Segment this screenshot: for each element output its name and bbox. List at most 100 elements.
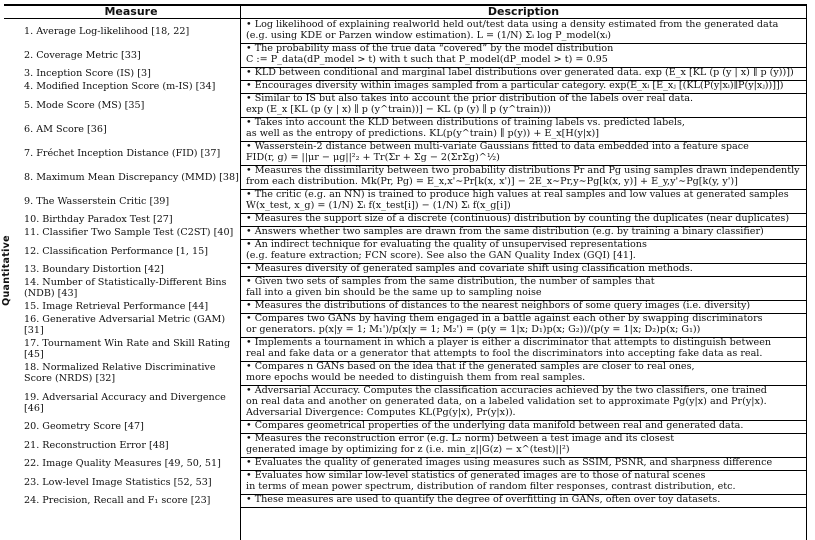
description-cell: • Evaluates the quality of generated ima… bbox=[240, 457, 807, 470]
row-separator bbox=[240, 507, 807, 508]
table-row: 7. Fréchet Inception Distance (FID) [37]… bbox=[4, 141, 807, 166]
description-line: • Measures the distributions of distance… bbox=[246, 300, 751, 311]
measures-table: Measure Description Quantitative 1. Aver… bbox=[0, 0, 815, 540]
description-line: • Encourages diversity within images sam… bbox=[246, 80, 784, 91]
description-cell: • Implements a tournament in which a pla… bbox=[240, 337, 807, 361]
description-cell: • KLD between conditional and marginal l… bbox=[240, 67, 807, 80]
table-row: 6. AM Score [36] • Takes into account the… bbox=[4, 117, 807, 142]
measure-cell: 9. The Wasserstein Critic [39] bbox=[24, 195, 170, 207]
measure-cell: 11. Classifier Two Sample Test (C2ST) [4… bbox=[24, 227, 234, 238]
measure-cell: 24. Precision, Recall and F₁ score [23] bbox=[24, 495, 211, 506]
description-line: (e.g. feature extraction; FCN score). Se… bbox=[246, 250, 636, 261]
description-cell: • Answers whether two samples are drawn … bbox=[240, 226, 807, 239]
description-cell: • The critic (e.g. an NN) is trained to … bbox=[240, 189, 807, 213]
measure-cell: 5. Mode Score (MS) [35] bbox=[24, 99, 145, 111]
measure-cell: 2. Coverage Metric [33] bbox=[24, 49, 141, 61]
description-line: • KLD between conditional and marginal l… bbox=[246, 67, 794, 78]
measure-cell: 22. Image Quality Measures [49, 50, 51] bbox=[24, 458, 221, 469]
description-cell: • Given two sets of samples from the sam… bbox=[240, 276, 807, 300]
table-row: 9. The Wasserstein Critic [39] • The crit… bbox=[4, 189, 807, 214]
table-row: 14. Number of Statistically-Different Bi… bbox=[4, 276, 807, 301]
description-line: • Answers whether two samples are drawn … bbox=[246, 226, 764, 237]
measure-cell: 20. Geometry Score [47] bbox=[24, 421, 144, 432]
measure-cell: 12. Classification Performance [1, 15] bbox=[24, 245, 208, 257]
description-line: (e.g. using KDE or Parzen window estimat… bbox=[246, 30, 611, 41]
description-line: fall into a given bin should be the same… bbox=[246, 287, 542, 298]
description-cell: • Encourages diversity within images sam… bbox=[240, 80, 807, 93]
description-line: • Given two sets of samples from the sam… bbox=[246, 276, 655, 287]
measure-cell: 8. Maximum Mean Discrepancy (MMD) [38] bbox=[24, 171, 239, 183]
measure-cell: 4. Modified Inception Score (m-IS) [34] bbox=[24, 81, 216, 92]
header-measure: Measure bbox=[104, 5, 158, 18]
table-row: 5. Mode Score (MS) [35] • Similar to IS b… bbox=[4, 93, 807, 118]
description-line: • Takes into account the KLD between dis… bbox=[246, 117, 685, 128]
description-cell: • Measures the support size of a discret… bbox=[240, 213, 807, 226]
table-row: 18. Normalized Relative Discriminative S… bbox=[4, 361, 807, 386]
description-line: Ŵ(x_test, x_g) = (1/N) Σᵢ f̂(x_test[i]) … bbox=[246, 200, 511, 211]
table-row: 1. Average Log-likelihood [18, 22] • Log … bbox=[4, 19, 807, 44]
description-line: more epochs would be needed to distingui… bbox=[246, 372, 586, 383]
table-row: 24. Precision, Recall and F₁ score [23] •… bbox=[4, 494, 807, 508]
description-cell: • Measures the distributions of distance… bbox=[240, 300, 807, 313]
table-row: 13. Boundary Distortion [42] • Measures d… bbox=[4, 263, 807, 277]
description-cell: • Wasserstein-2 distance between multi-v… bbox=[240, 141, 807, 165]
description-cell: • Measures the dissimilarity between two… bbox=[240, 165, 807, 189]
description-cell: • Measures the reconstruction error (e.g… bbox=[240, 433, 807, 457]
description-line: • Adversarial Accuracy. Computes the cla… bbox=[246, 385, 767, 396]
description-line: • The probability mass of the true data … bbox=[246, 43, 614, 54]
description-line: • These measures are used to quantify th… bbox=[246, 494, 721, 505]
table-row: 2. Coverage Metric [33] • The probability… bbox=[4, 43, 807, 68]
description-line: • An indirect technique for evaluating t… bbox=[246, 239, 647, 250]
table-row: 20. Geometry Score [47] • Compares geomet… bbox=[4, 420, 807, 434]
description-line: FID(r, g) = ||μr − μg||²₂ + Tr(Σr + Σg −… bbox=[246, 152, 500, 163]
description-line: generated image by optimizing for z (i.e… bbox=[246, 444, 570, 455]
measure-cell: 23. Low-level Image Statistics [52, 53] bbox=[24, 476, 212, 488]
table-row: 10. Birthday Paradox Test [27] • Measures… bbox=[4, 213, 807, 227]
measure-cell: 1. Average Log-likelihood [18, 22] bbox=[24, 25, 190, 37]
description-line: • Measures diversity of generated sample… bbox=[246, 263, 693, 274]
description-line: • Evaluates the quality of generated ima… bbox=[246, 457, 773, 468]
description-line: as well as the entropy of predictions. K… bbox=[246, 128, 600, 139]
table-row: 11. Classifier Two Sample Test (C2ST) [4… bbox=[4, 226, 807, 240]
description-cell: • Compares geometrical properties of the… bbox=[240, 420, 807, 433]
table-row: 3. Inception Score (IS) [3] • KLD between… bbox=[4, 67, 807, 81]
description-line: on real data and another on generated da… bbox=[246, 396, 767, 407]
description-line: in terms of mean power spectrum, distrib… bbox=[246, 481, 736, 492]
description-cell: • Evaluates how similar low-level statis… bbox=[240, 470, 807, 494]
description-cell: • An indirect technique for evaluating t… bbox=[240, 239, 807, 263]
description-line: C := P_data(dP_model > t) with t such th… bbox=[246, 54, 608, 65]
description-line: • Compares two GANs by having them engag… bbox=[246, 313, 763, 324]
measure-cell: 19. Adversarial Accuracy and Divergence … bbox=[24, 391, 226, 414]
description-cell: • Log likelihood of explaining realworld… bbox=[240, 19, 807, 43]
description-line: • Similar to IS but also takes into acco… bbox=[246, 93, 694, 104]
measure-cell: 16. Generative Adversarial Metric (GAM) … bbox=[24, 314, 226, 336]
description-line: or generators. p(x|y = 1; M₁')/p(x|y = 1… bbox=[246, 324, 701, 335]
description-line: exp (E_x [KL (p (y | x) ∥ p (y^train))] … bbox=[246, 104, 551, 115]
measure-cell: 14. Number of Statistically-Different Bi… bbox=[24, 277, 227, 299]
table-row: 8. Maximum Mean Discrepancy (MMD) [38] • … bbox=[4, 165, 807, 190]
description-cell: • The probability mass of the true data … bbox=[240, 43, 807, 67]
measure-cell: 6. AM Score [36] bbox=[24, 123, 107, 135]
table-row: 22. Image Quality Measures [49, 50, 51] •… bbox=[4, 457, 807, 471]
description-line: • Wasserstein-2 distance between multi-v… bbox=[246, 141, 749, 152]
description-line: from each distribution. Mk(Pr, Pg) = E_x… bbox=[246, 176, 738, 187]
measure-cell: 18. Normalized Relative Discriminative S… bbox=[24, 362, 216, 384]
header-description: Description bbox=[487, 5, 560, 18]
table-row: 23. Low-level Image Statistics [52, 53] •… bbox=[4, 470, 807, 495]
description-cell: • These measures are used to quantify th… bbox=[240, 494, 807, 507]
description-line: • Compares n GANs based on the idea that… bbox=[246, 361, 695, 372]
description-line: • The critic (e.g. an NN) is trained to … bbox=[246, 189, 789, 200]
measure-cell: 17. Tournament Win Rate and Skill Rating… bbox=[24, 338, 231, 360]
description-cell: • Compares two GANs by having them engag… bbox=[240, 313, 807, 337]
measure-cell: 3. Inception Score (IS) [3] bbox=[24, 68, 151, 79]
description-cell: • Similar to IS but also takes into acco… bbox=[240, 93, 807, 117]
description-line: • Evaluates how similar low-level statis… bbox=[246, 470, 706, 481]
description-line: real and fake data or a generator that a… bbox=[246, 348, 763, 359]
description-line: • Measures the support size of a discret… bbox=[246, 213, 790, 224]
description-line: • Log likelihood of explaining realworld… bbox=[246, 19, 779, 30]
measure-cell: 15. Image Retrieval Performance [44] bbox=[24, 301, 209, 312]
description-cell: • Adversarial Accuracy. Computes the cla… bbox=[240, 385, 807, 420]
table-row: 19. Adversarial Accuracy and Divergence … bbox=[4, 385, 807, 421]
table-row: 4. Modified Inception Score (m-IS) [34] •… bbox=[4, 80, 807, 94]
description-line: • Measures the dissimilarity between two… bbox=[246, 165, 800, 176]
